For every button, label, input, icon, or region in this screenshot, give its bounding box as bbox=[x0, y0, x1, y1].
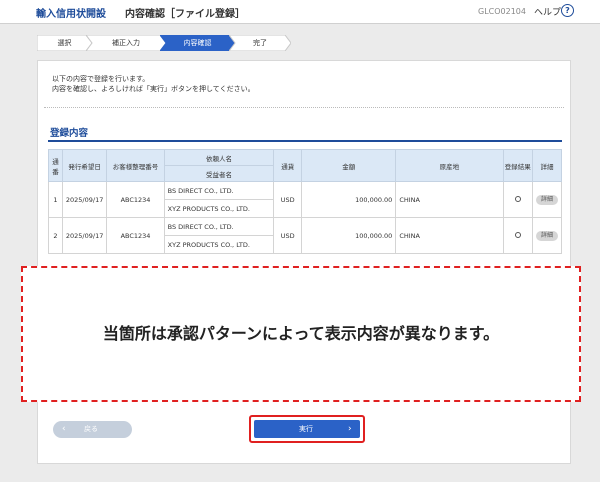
section-underline bbox=[48, 140, 562, 142]
cell-amount: 100,000.00 bbox=[301, 181, 397, 218]
content-panel: 以下の内容で登録を行います。 内容を確認し、よろしければ「実行」ボタンを押してく… bbox=[37, 60, 571, 464]
success-circle-icon bbox=[514, 231, 521, 238]
col-header-detail: 詳細 bbox=[531, 149, 563, 182]
col-header-beneficiary: 受益者名 bbox=[163, 165, 275, 182]
cell-applicant: BS DIRECT CO., LTD. bbox=[163, 181, 275, 200]
cell-result bbox=[502, 217, 533, 254]
col-header-reg-result: 登録結果 bbox=[502, 149, 533, 182]
note-text: 当箇所は承認パターンによって表示内容が異なります。 bbox=[102, 324, 500, 343]
cell-no: 2 bbox=[48, 217, 63, 254]
col-header-applicant: 依頼人名 bbox=[163, 149, 275, 166]
success-circle-icon bbox=[514, 195, 521, 202]
execute-label: 実行 bbox=[299, 425, 313, 433]
help-link[interactable]: ヘルプ bbox=[534, 5, 561, 18]
cell-detail: 詳細 bbox=[531, 217, 563, 254]
execute-highlight: 実行 › bbox=[249, 415, 365, 443]
back-button[interactable]: ‹ 戻る bbox=[53, 421, 132, 438]
execute-button[interactable]: 実行 › bbox=[254, 420, 360, 438]
table-row: 2 2025/09/17 ABC1234 BS DIRECT CO., LTD.… bbox=[48, 217, 563, 254]
instruction-message: 以下の内容で登録を行います。 内容を確認し、よろしければ「実行」ボタンを押してく… bbox=[52, 74, 255, 94]
cell-result bbox=[502, 181, 533, 218]
col-header-ref-no: お客様整理番号 bbox=[106, 149, 165, 182]
divider bbox=[44, 107, 564, 108]
cell-no: 1 bbox=[48, 181, 63, 218]
cell-origin: CHINA bbox=[395, 181, 504, 218]
col-header-no: 通番 bbox=[48, 149, 63, 182]
service-name: 輸入信用状開設 bbox=[36, 9, 106, 20]
cell-issue-date: 2025/09/17 bbox=[61, 181, 108, 218]
col-header-origin: 原産地 bbox=[395, 149, 504, 182]
chevron-left-icon: ‹ bbox=[62, 424, 66, 434]
step-select: 選択 bbox=[37, 35, 92, 51]
cell-applicant: BS DIRECT CO., LTD. bbox=[163, 217, 275, 236]
app-header: 輸入信用状開設 内容確認［ファイル登録］ GLCO02104 ヘルプ ? bbox=[0, 0, 600, 24]
cell-currency: USD bbox=[273, 217, 303, 254]
detail-button[interactable]: 詳細 bbox=[535, 230, 558, 241]
cell-amount: 100,000.00 bbox=[301, 217, 397, 254]
step-complete: 完了 bbox=[229, 35, 291, 51]
message-line: 以下の内容で登録を行います。 bbox=[52, 75, 150, 83]
step-confirm: 内容確認 bbox=[160, 35, 235, 51]
back-label: 戻る bbox=[84, 425, 98, 433]
cell-currency: USD bbox=[273, 181, 303, 218]
cell-beneficiary: XYZ PRODUCTS CO., LTD. bbox=[163, 235, 275, 254]
col-header-currency: 通貨 bbox=[273, 149, 303, 182]
col-header-amount: 金額 bbox=[301, 149, 397, 182]
step-label: 内容確認 bbox=[183, 39, 212, 47]
cell-beneficiary: XYZ PRODUCTS CO., LTD. bbox=[163, 199, 275, 218]
help-icon[interactable]: ? bbox=[561, 4, 574, 17]
cell-origin: CHINA bbox=[395, 217, 504, 254]
page-title: 内容確認［ファイル登録］ bbox=[125, 9, 245, 20]
approval-pattern-note: 当箇所は承認パターンによって表示内容が異なります。 bbox=[21, 266, 581, 402]
step-label: 完了 bbox=[253, 39, 267, 47]
chevron-right-icon: › bbox=[348, 424, 352, 434]
step-label: 選択 bbox=[57, 39, 72, 47]
step-correction: 補正入力 bbox=[86, 35, 166, 51]
section-title: 登録内容 bbox=[50, 128, 89, 139]
detail-button[interactable]: 詳細 bbox=[535, 194, 558, 205]
cell-ref-no: ABC1234 bbox=[106, 181, 165, 218]
screen-id: GLCO02104 bbox=[478, 7, 526, 16]
step-label: 補正入力 bbox=[112, 39, 140, 47]
col-header-issue-date: 発行希望日 bbox=[61, 149, 108, 182]
cell-detail: 詳細 bbox=[531, 181, 563, 218]
registration-table: 通番 発行希望日 お客様整理番号 依頼人名 通貨 金額 原産地 登録結果 詳細 … bbox=[48, 149, 563, 254]
cell-issue-date: 2025/09/17 bbox=[61, 217, 108, 254]
cell-ref-no: ABC1234 bbox=[106, 217, 165, 254]
table-row: 1 2025/09/17 ABC1234 BS DIRECT CO., LTD.… bbox=[48, 181, 563, 218]
message-line: 内容を確認し、よろしければ「実行」ボタンを押してください。 bbox=[52, 85, 255, 93]
